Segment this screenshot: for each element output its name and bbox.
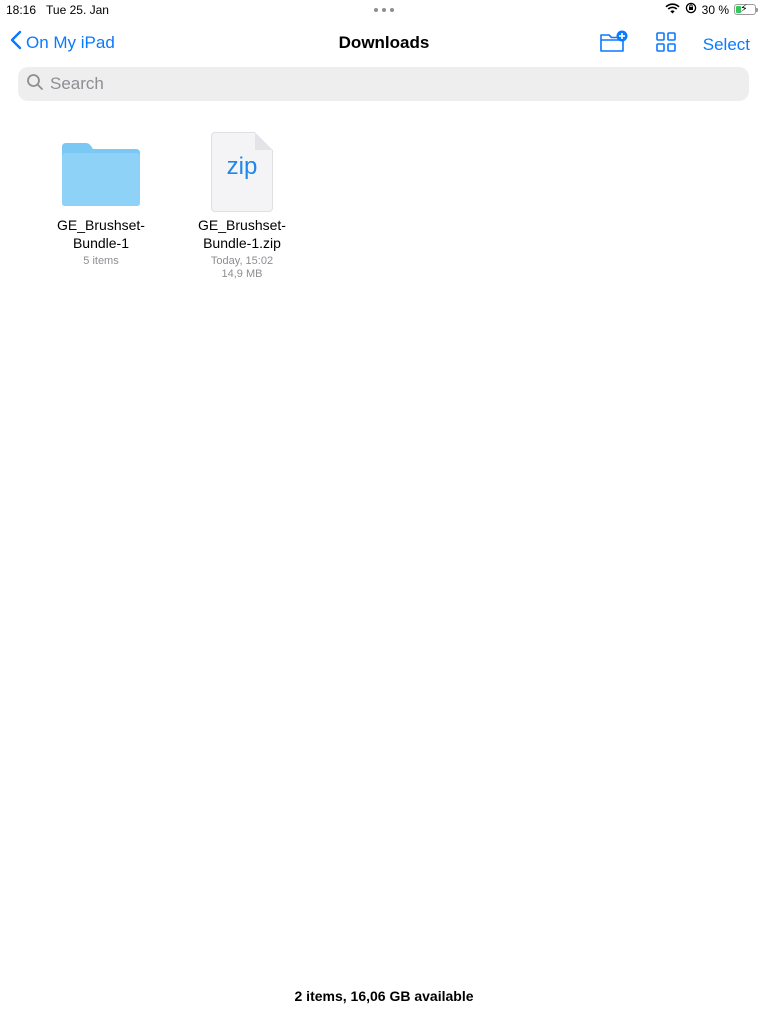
multitasking-dots-icon[interactable] xyxy=(374,8,394,12)
search-input[interactable] xyxy=(50,74,700,94)
battery-icon: ⚡ xyxy=(734,3,758,15)
orientation-lock-icon xyxy=(685,2,697,17)
wifi-icon xyxy=(665,2,680,17)
grid-view-icon xyxy=(655,31,677,58)
search-bar[interactable] xyxy=(18,67,749,101)
item-modified-date: Today, 15:02 xyxy=(210,255,274,267)
storage-summary: 2 items, 16,06 GB available xyxy=(294,988,474,1004)
folder-icon xyxy=(60,141,142,212)
status-time: 18:16 xyxy=(6,3,37,17)
new-folder-icon xyxy=(599,30,629,59)
status-bar: 18:16 Tue 25. Jan 30 % ⚡ xyxy=(0,0,768,20)
zip-file-icon: zip xyxy=(211,132,273,212)
file-item-zip[interactable]: zip GE_Brushset- Bundle-1.zip Today, 15:… xyxy=(177,128,307,280)
status-date: Tue 25. Jan xyxy=(46,3,109,17)
item-name: GE_Brushset- Bundle-1.zip xyxy=(198,217,286,251)
item-size: 14,9 MB xyxy=(221,268,263,280)
item-count: 5 items xyxy=(83,255,119,267)
item-name: GE_Brushset- Bundle-1 xyxy=(57,217,145,251)
file-item-folder[interactable]: GE_Brushset- Bundle-1 5 items xyxy=(36,128,166,267)
view-options-button[interactable] xyxy=(655,31,677,58)
new-folder-button[interactable] xyxy=(599,30,629,59)
battery-percentage: 30 % xyxy=(701,2,729,17)
navigation-bar: On My iPad Downloads Select xyxy=(0,24,768,60)
select-button[interactable]: Select xyxy=(703,35,750,55)
search-icon xyxy=(26,73,44,96)
